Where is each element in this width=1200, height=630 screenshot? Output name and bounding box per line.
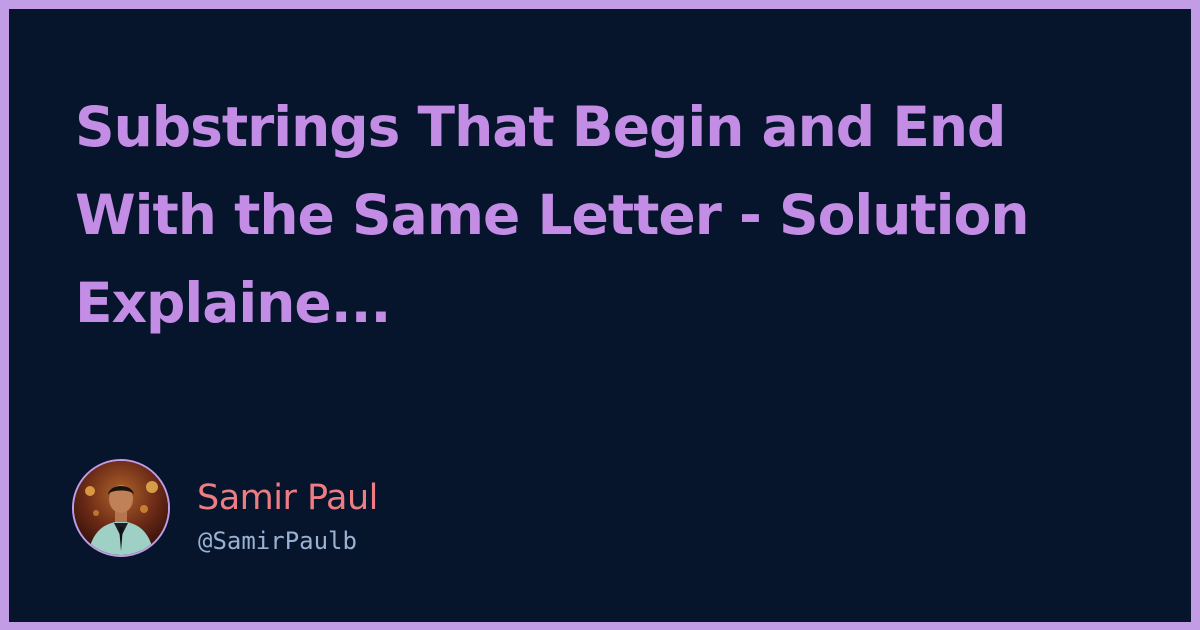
- author-name: Samir Paul: [197, 478, 378, 518]
- author-handle: @SamirPaulb: [198, 527, 357, 555]
- post-title: Substrings That Begin and End With the S…: [75, 95, 1029, 335]
- avatar: [72, 459, 170, 557]
- social-card: Substrings That Begin and End With the S…: [9, 9, 1191, 622]
- profile-photo-icon: [74, 461, 168, 555]
